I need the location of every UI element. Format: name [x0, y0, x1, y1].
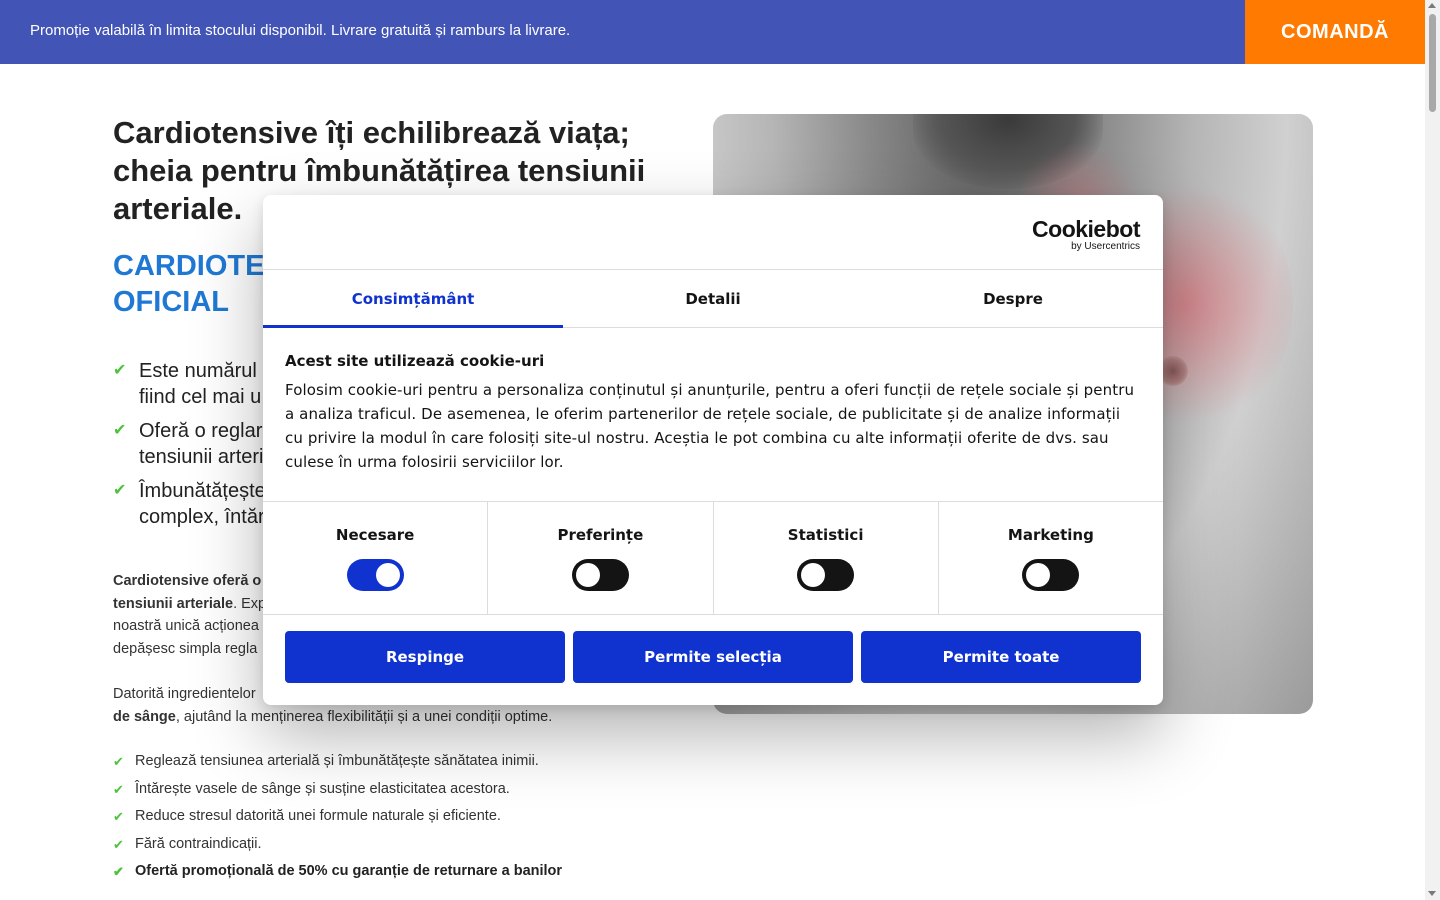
toggle-group-necessary: Necesare	[263, 502, 489, 614]
toggle-label: Preferințe	[557, 526, 644, 544]
cookie-tabs: Consimțământ Detalii Despre	[263, 270, 1163, 328]
marketing-switch[interactable]	[1022, 559, 1080, 591]
para-text: , ajutând la menținerea flexibilității ș…	[175, 708, 553, 725]
toggle-group-marketing: Marketing	[939, 502, 1163, 614]
promo-text: Promoție valabilă în limita stocului dis…	[30, 22, 571, 39]
cookie-category-toggles: Necesare Preferințe Statistici Marketing	[263, 502, 1163, 615]
checkmark-icon: ✔	[113, 781, 124, 797]
cookie-dialog-title: Acest site utilizează cookie-uri	[285, 352, 545, 370]
switch-knob	[375, 563, 400, 587]
toggle-label: Statistici	[787, 526, 864, 544]
checkmark-icon: ✔	[113, 362, 127, 379]
preferences-switch[interactable]	[571, 559, 629, 591]
checkmark-icon: ✔	[113, 836, 124, 852]
list-item: ✔ Reglează tensiunea arterială și îmbunăt…	[113, 748, 673, 776]
para-text: . Exp	[233, 595, 267, 612]
cookiebot-logo[interactable]: Cookiebot by Usercentrics	[1032, 217, 1140, 253]
scroll-down-arrow-icon[interactable]	[1428, 891, 1436, 896]
para-bold-text: Cardiotensive oferă o s	[113, 573, 274, 589]
checkmark-icon: ✔	[113, 422, 127, 439]
cookie-actions: Respinge Permite selecția Permite toate	[263, 615, 1163, 699]
checkmark-icon: ✔	[113, 864, 124, 879]
benefit-text: Reglează tensiunea arterială și îmbunătă…	[135, 753, 539, 769]
toggle-group-preferences: Preferințe	[488, 502, 714, 614]
reject-button[interactable]: Respinge	[285, 631, 565, 683]
toggle-group-statistics: Statistici	[714, 502, 939, 614]
para-bold-text: de sânge	[113, 708, 176, 725]
toggle-label: Marketing	[1007, 526, 1094, 544]
benefit-text: Întărește vasele de sânge și susține ela…	[135, 780, 510, 797]
scroll-up-arrow-icon[interactable]	[1428, 3, 1436, 8]
statistics-switch[interactable]	[797, 559, 855, 591]
allow-selection-button[interactable]: Permite selecția	[573, 631, 853, 683]
necessary-switch[interactable]	[346, 559, 404, 591]
checkmark-icon: ✔	[113, 482, 127, 499]
cookiebot-logo-subtext: by Usercentrics	[1071, 241, 1140, 252]
benefit-text: Fără contraindicații.	[135, 835, 262, 852]
tab-about[interactable]: Despre	[863, 270, 1163, 327]
scroll-thumb[interactable]	[1429, 14, 1436, 112]
list-item: ✔ Fără contraindicații.	[113, 831, 673, 859]
cookie-consent-dialog: Cookiebot by Usercentrics Consimțământ D…	[263, 195, 1163, 705]
switch-knob	[801, 563, 826, 587]
list-item: ✔ Reduce stresul datorită unei formule na…	[113, 803, 673, 831]
cookie-dialog-header: Cookiebot by Usercentrics	[263, 195, 1163, 270]
cookie-dialog-body: Acest site utilizează cookie-uri Folosim…	[263, 328, 1163, 502]
switch-knob	[1026, 563, 1051, 587]
tab-details[interactable]: Detalii	[563, 270, 863, 327]
benefit-text: Reduce stresul datorită unei formule nat…	[135, 808, 501, 824]
page-scrollbar[interactable]	[1425, 0, 1440, 900]
toggle-label: Necesare	[335, 526, 415, 544]
benefits-list: ✔ Reglează tensiunea arterială și îmbunăt…	[113, 748, 673, 886]
cookie-dialog-text: Folosim cookie-uri pentru a personaliza …	[285, 381, 1135, 471]
cookiebot-logo-text: Cookiebot	[1032, 216, 1140, 242]
checkmark-icon: ✔	[113, 754, 124, 769]
order-button[interactable]: COMANDĂ	[1245, 0, 1425, 64]
para-bold-text: tensiunii arteriale	[113, 595, 234, 612]
promo-bar: Promoție valabilă în limita stocului dis…	[0, 0, 1425, 64]
benefit-text: Ofertă promoțională de 50% cu garanție d…	[135, 863, 563, 879]
list-item: ✔ Ofertă promoțională de 50% cu garanție …	[113, 858, 673, 886]
allow-all-button[interactable]: Permite toate	[861, 631, 1141, 683]
switch-knob	[575, 563, 600, 587]
list-item: ✔ Întărește vasele de sânge și susține el…	[113, 776, 673, 804]
tab-consent[interactable]: Consimțământ	[263, 270, 563, 328]
checkmark-icon: ✔	[113, 809, 124, 824]
